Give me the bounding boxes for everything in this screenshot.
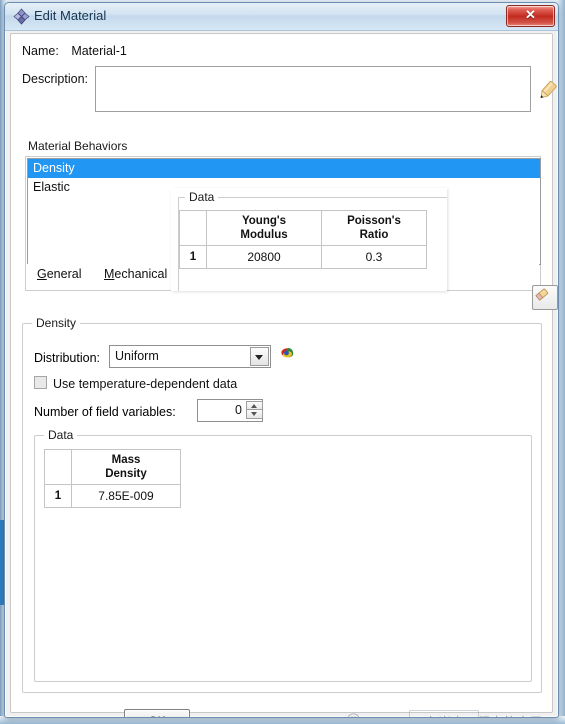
col-young-line2: Modulus [240,229,288,241]
menu-mechanical-mnemonic: M [104,267,115,281]
field-variables-value: 0 [235,403,242,417]
elastic-data-table[interactable]: Young's Modulus Poisson's Ratio 1 20800 … [179,210,427,269]
ok-button[interactable]: OK [124,709,190,717]
col-poisson-line2: Ratio [359,229,389,241]
material-behaviors-title: Material Behaviors [25,139,131,153]
col-young-line1: Young's [241,215,287,227]
density-data-table[interactable]: Mass Density 1 7.85E-009 [44,449,181,508]
elastic-corner-cell [179,210,207,246]
density-corner-cell [44,449,72,485]
abaqus-diamond-icon [13,8,30,25]
delete-behavior-button[interactable] [532,285,558,310]
column-poissons-ratio: Poisson's Ratio [321,210,427,246]
table-header-row: Mass Density [44,449,181,485]
description-label: Description: [22,72,88,86]
edit-description-button[interactable] [534,78,558,104]
edit-material-dialog: Edit Material ✕ Name: Material-1 Descrip… [4,2,559,718]
density-group: Density Distribution: Uniform Use temper… [22,316,542,693]
distribution-value: Uniform [115,349,159,363]
col-poisson-line1: Poisson's [347,215,401,227]
menu-mechanical-rest: echanical [114,267,168,281]
dialog-client-area: Name: Material-1 Description: Material B… [10,33,558,717]
column-youngs-modulus: Young's Modulus [206,210,322,246]
table-row[interactable]: 1 7.85E-009 [44,484,181,508]
watermark: ABAQUS在岩土工程中的应用 [347,710,557,717]
menu-general-mnemonic: G [37,267,47,281]
title-bar: Edit Material ✕ [5,3,558,31]
footer-divider [11,698,552,699]
close-button[interactable]: ✕ [506,5,555,27]
col-mass-line1: Mass [111,454,141,466]
menu-general-rest: eneral [46,267,82,281]
cell-mass-density[interactable]: 7.85E-009 [71,484,181,508]
checkbox-box[interactable] [34,376,47,389]
column-mass-density: Mass Density [71,449,181,485]
elastic-data-title: Data [185,190,219,204]
menu-mechanical[interactable]: Mechanical [104,267,167,281]
behavior-label: Elastic [33,180,70,194]
wechat-icon [347,712,365,717]
distribution-label: Distribution: [34,351,100,365]
cell-poissons-ratio[interactable]: 0.3 [321,245,427,269]
name-label: Name: [22,44,59,58]
close-icon: ✕ [525,7,536,22]
behavior-item-density[interactable]: Density [28,159,540,178]
table-header-row: Young's Modulus Poisson's Ratio [179,210,427,246]
name-value: Material-1 [71,44,127,58]
analytical-field-icon[interactable] [278,344,297,363]
material-name-row: Name: Material-1 [22,44,127,58]
table-row[interactable]: 1 20800 0.3 [179,245,427,269]
cell-youngs-modulus[interactable]: 20800 [206,245,322,269]
use-temperature-dependent-data-checkbox[interactable]: Use temperature-dependent data [34,376,237,391]
description-input[interactable] [95,66,531,112]
row-number: 1 [44,484,72,508]
stepper-down-icon[interactable] [246,409,263,419]
watermark-ghost-box [409,710,479,717]
density-group-title: Density [32,316,81,330]
density-data-title: Data [44,428,78,442]
chevron-down-icon[interactable] [250,347,269,366]
col-mass-line2: Density [105,468,147,480]
row-number: 1 [179,245,207,269]
number-of-field-variables-stepper[interactable]: 0 [197,399,263,422]
number-of-field-variables-label: Number of field variables: [34,405,176,419]
behavior-label: Density [33,161,75,175]
stepper-buttons[interactable] [246,401,263,419]
window-title: Edit Material [34,8,107,23]
elastic-data-overlay-panel: Data Young's Modulus Poisson's Ratio 1 2… [171,188,447,291]
distribution-select[interactable]: Uniform [109,345,271,368]
menu-general[interactable]: General [37,267,81,281]
density-data-group: Data Mass Density 1 7.85E-009 [34,428,532,682]
checkbox-label: Use temperature-dependent data [53,377,238,391]
